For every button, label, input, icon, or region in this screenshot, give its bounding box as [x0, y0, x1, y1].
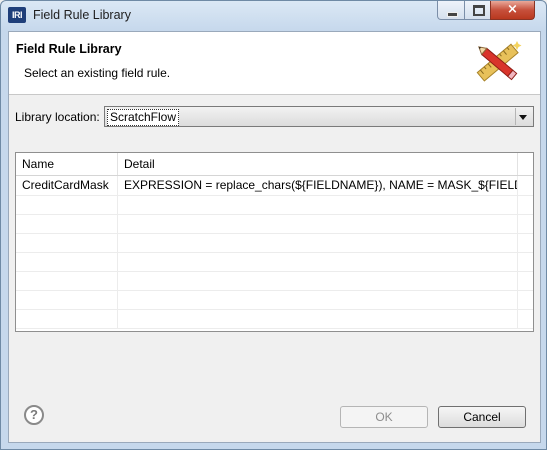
- header-message: Select an existing field rule.: [24, 66, 171, 80]
- dialog-body: Field Rule Library Select an existing fi…: [8, 31, 541, 443]
- cell-detail: EXPRESSION = replace_chars(${FIELDNAME})…: [118, 176, 518, 195]
- empty-row: [16, 195, 533, 215]
- cell-name: CreditCardMask: [16, 176, 118, 195]
- empty-row: [16, 271, 533, 291]
- page-title: Field Rule Library: [16, 42, 122, 56]
- empty-row: [16, 252, 533, 272]
- table-row[interactable]: CreditCardMask EXPRESSION = replace_char…: [16, 176, 533, 196]
- empty-row: [16, 290, 533, 310]
- pencil-ruler-icon: [476, 41, 522, 82]
- column-header-filler: [518, 153, 533, 175]
- column-header-name[interactable]: Name: [16, 153, 118, 175]
- library-location-value: ScratchFlow: [107, 109, 180, 126]
- empty-row: [16, 309, 533, 329]
- empty-row: [16, 214, 533, 234]
- dialog-header: Field Rule Library Select an existing fi…: [9, 32, 540, 95]
- chevron-down-icon[interactable]: [515, 108, 531, 125]
- library-location-label: Library location:: [15, 110, 100, 124]
- window-title: Field Rule Library: [33, 8, 131, 22]
- field-rule-table[interactable]: Name Detail CreditCardMask EXPRESSION = …: [15, 152, 534, 332]
- ok-button[interactable]: OK: [340, 406, 428, 428]
- minimize-button[interactable]: [437, 1, 465, 20]
- close-button[interactable]: ×: [490, 1, 535, 20]
- empty-row: [16, 233, 533, 253]
- maximize-button[interactable]: [464, 1, 491, 20]
- dialog-window: IRI Field Rule Library × Field Rule Libr…: [0, 0, 547, 450]
- library-location-select[interactable]: ScratchFlow: [104, 106, 534, 127]
- help-icon[interactable]: ?: [24, 405, 44, 425]
- close-icon: ×: [507, 2, 518, 17]
- column-header-detail[interactable]: Detail: [118, 153, 518, 175]
- cancel-button[interactable]: Cancel: [438, 406, 526, 428]
- app-logo-icon: IRI: [8, 7, 26, 23]
- title-bar[interactable]: IRI Field Rule Library ×: [1, 1, 546, 31]
- table-header: Name Detail: [16, 153, 533, 176]
